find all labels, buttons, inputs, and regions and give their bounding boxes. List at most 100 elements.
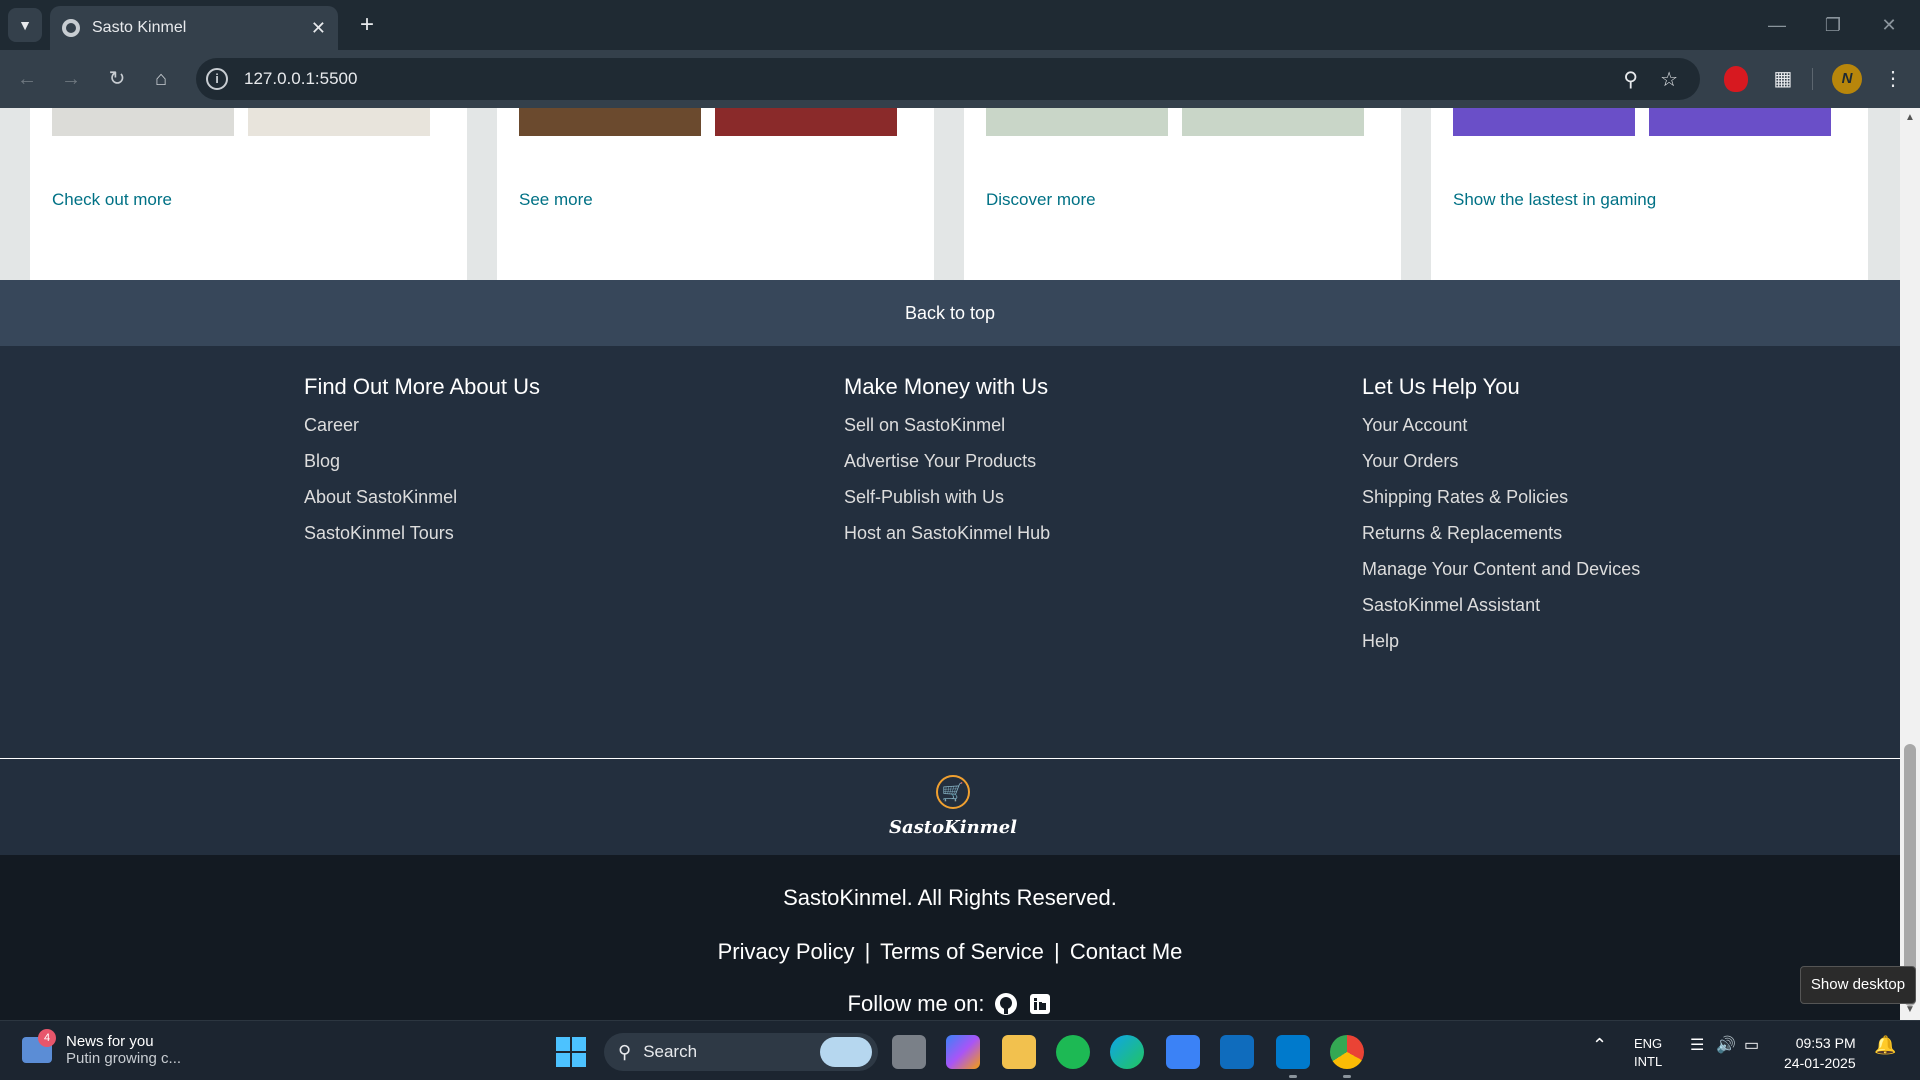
terms-of-service-link[interactable]: Terms of Service [880,939,1044,964]
see-more-link[interactable]: See more [519,190,593,210]
product-image[interactable] [248,108,430,136]
notification-bell-icon[interactable]: 🔔 [1874,1035,1896,1056]
restore-button[interactable]: ❐ [1818,10,1848,40]
browser-menu-icon[interactable]: ⋮ [1878,64,1908,94]
file-explorer-icon[interactable] [1002,1035,1036,1069]
volume-icon[interactable]: 🔊 [1716,1035,1736,1055]
product-image[interactable] [1649,108,1831,136]
footer-link-host-hub[interactable]: Host an SastoKinmel Hub [844,520,1050,556]
footer-bottom: SastoKinmel. All Rights Reserved. Privac… [0,855,1900,1020]
footer-links: Find Out More About Us Career Blog About… [0,346,1900,766]
windows-start-icon[interactable] [556,1037,586,1067]
footer-column-help: Let Us Help You Your Account Your Orders… [1362,374,1640,664]
battery-icon[interactable]: ▭ [1744,1035,1759,1055]
footer-link-assistant[interactable]: SastoKinmel Assistant [1362,592,1640,628]
footer-column-title: Make Money with Us [844,374,1049,399]
copilot-icon[interactable] [946,1035,980,1069]
edge-icon[interactable] [1110,1035,1144,1069]
product-card: Check out more [30,108,467,280]
footer-brand[interactable]: 🛒 SastoKinmel [0,759,1900,855]
footer-link-blog[interactable]: Blog [304,448,540,484]
news-headline: Putin growing c... [66,1050,182,1067]
contact-me-link[interactable]: Contact Me [1070,939,1183,964]
minimize-button[interactable]: — [1762,10,1792,40]
home-button[interactable]: ⌂ [146,64,176,94]
footer-link-self-publish[interactable]: Self-Publish with Us [844,484,1050,520]
footer-link-shipping[interactable]: Shipping Rates & Policies [1362,484,1640,520]
address-bar[interactable]: i 127.0.0.1:5500 ⚲ ☆ [196,58,1700,100]
site-info-icon[interactable]: i [206,68,228,90]
extensions-puzzle-icon[interactable]: ▦ [1768,64,1798,94]
taskbar-search[interactable]: ⚲ Search [604,1033,878,1071]
news-title: News for you [66,1033,154,1050]
browser-tab[interactable]: Sasto Kinmel ✕ [50,6,338,50]
new-tab-button[interactable]: + [352,10,382,40]
follow-row: Follow me on: [0,991,1900,1017]
outlook-icon[interactable] [1220,1035,1254,1069]
shopping-cart-icon: 🛒 [936,775,970,809]
tab-search-button[interactable]: ▼ [8,8,42,42]
running-indicator [1343,1075,1351,1078]
page-viewport: Check out more See more Discover more Sh… [0,108,1900,1020]
search-placeholder: Search [643,1042,698,1061]
toolbar-divider [1812,68,1813,90]
product-image[interactable] [519,108,701,136]
news-widget[interactable]: 4 News for you Putin growing c... [22,1029,182,1067]
microsoft-store-icon[interactable] [1166,1035,1200,1069]
product-image[interactable] [1453,108,1635,136]
footer-column-money: Make Money with Us Sell on SastoKinmel A… [844,374,1050,556]
footer-link-returns[interactable]: Returns & Replacements [1362,520,1640,556]
product-image[interactable] [52,108,234,136]
clock-time: 09:53 PM [1795,1035,1856,1051]
back-button[interactable]: ← [12,64,42,94]
linkedin-icon[interactable] [1028,992,1052,1016]
product-cards-row: Check out more See more Discover more Sh… [0,108,1900,280]
chrome-icon[interactable] [1330,1035,1364,1069]
bookmark-star-icon[interactable]: ☆ [1660,67,1678,92]
forward-button[interactable]: → [56,64,86,94]
scroll-up-arrow[interactable]: ▲ [1904,112,1916,123]
footer-column-title: Let Us Help You [1362,374,1520,399]
gaming-link[interactable]: Show the lastest in gaming [1453,190,1656,210]
discover-more-link[interactable]: Discover more [986,190,1096,210]
footer-link-sell[interactable]: Sell on SastoKinmel [844,412,1050,448]
product-card: See more [497,108,934,280]
footer-link-advertise[interactable]: Advertise Your Products [844,448,1050,484]
clock-date: 24-01-2025 [1784,1055,1856,1071]
product-image[interactable] [1182,108,1364,136]
product-image[interactable] [986,108,1168,136]
product-image[interactable] [715,108,897,136]
show-hidden-icons-chevron[interactable]: ⌃ [1592,1035,1607,1056]
spotify-icon[interactable] [1056,1035,1090,1069]
weather-cloud-icon [820,1037,872,1067]
extension-adblock-icon[interactable] [1724,66,1748,92]
footer-link-account[interactable]: Your Account [1362,412,1640,448]
scroll-down-arrow[interactable]: ▼ [1904,1004,1916,1015]
footer-link-tours[interactable]: SastoKinmel Tours [304,520,540,556]
close-window-button[interactable]: ✕ [1874,10,1904,40]
page-scrollbar[interactable]: ▲ ▼ [1900,108,1920,1020]
wifi-icon[interactable]: ☰ [1690,1035,1704,1055]
footer-link-manage-content[interactable]: Manage Your Content and Devices [1362,556,1640,592]
profile-avatar[interactable]: N [1832,64,1862,94]
github-icon[interactable] [994,992,1018,1016]
task-view-icon[interactable] [892,1035,926,1069]
system-clock[interactable]: 09:53 PM 24-01-2025 [1784,1033,1856,1073]
vscode-icon[interactable] [1276,1035,1310,1069]
check-out-more-link[interactable]: Check out more [52,190,172,210]
privacy-policy-link[interactable]: Privacy Policy [718,939,855,964]
language-indicator[interactable]: ENG INTL [1634,1035,1662,1071]
zoom-icon[interactable]: ⚲ [1623,67,1638,92]
close-tab-icon[interactable]: ✕ [311,18,326,39]
footer-link-orders[interactable]: Your Orders [1362,448,1640,484]
show-desktop-tooltip: Show desktop [1800,966,1916,1004]
footer-link-help[interactable]: Help [1362,628,1640,664]
footer-link-career[interactable]: Career [304,412,540,448]
back-to-top-button[interactable]: Back to top [0,280,1900,346]
footer-link-about[interactable]: About SastoKinmel [304,484,540,520]
reload-button[interactable]: ↻ [102,64,132,94]
policy-links: Privacy Policy | Terms of Service | Cont… [0,939,1900,965]
footer-column-title: Find Out More About Us [304,374,540,399]
keyboard-layout: INTL [1634,1054,1663,1069]
url-text: 127.0.0.1:5500 [244,69,358,88]
